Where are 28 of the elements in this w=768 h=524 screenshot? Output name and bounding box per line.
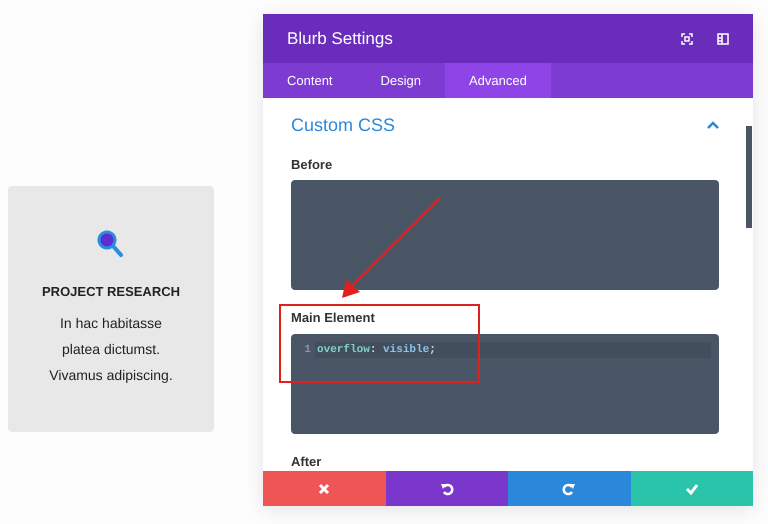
section-title: Custom CSS bbox=[291, 114, 396, 137]
checkmark-icon bbox=[684, 482, 699, 496]
tab[interactable]: Content bbox=[263, 63, 357, 98]
close-icon bbox=[317, 482, 332, 496]
tab[interactable]: Advanced bbox=[445, 63, 551, 98]
magnifier-icon bbox=[97, 230, 125, 260]
scrollbar-thumb[interactable] bbox=[746, 126, 752, 228]
modal-title: Blurb Settings bbox=[287, 28, 394, 50]
field-label: Main Element bbox=[291, 309, 376, 328]
card-text-line: platea dictumst. bbox=[62, 340, 160, 359]
card-text-line: Vivamus adipiscing. bbox=[49, 366, 173, 385]
field-label: Before bbox=[291, 156, 334, 174]
field-label: After bbox=[291, 452, 322, 471]
undo-button[interactable] bbox=[386, 471, 508, 506]
fullscreen-icon[interactable] bbox=[681, 32, 693, 45]
tab[interactable]: Design bbox=[356, 63, 446, 98]
save-button[interactable] bbox=[630, 471, 753, 506]
redo-button[interactable] bbox=[508, 471, 630, 506]
redo-icon bbox=[562, 482, 576, 496]
undo-icon bbox=[440, 482, 454, 496]
card-text-line: In hac habitasse bbox=[60, 314, 162, 332]
code-editor[interactable]: 1 overflow: visible; bbox=[291, 334, 719, 434]
chevron-icon[interactable] bbox=[707, 121, 719, 130]
sidebar-icon[interactable] bbox=[717, 32, 729, 45]
code-editor[interactable] bbox=[291, 180, 719, 290]
cancel-button[interactable] bbox=[263, 471, 386, 506]
line-number: 1 bbox=[303, 342, 312, 358]
card-title: PROJECT RESEARCH bbox=[42, 283, 180, 301]
